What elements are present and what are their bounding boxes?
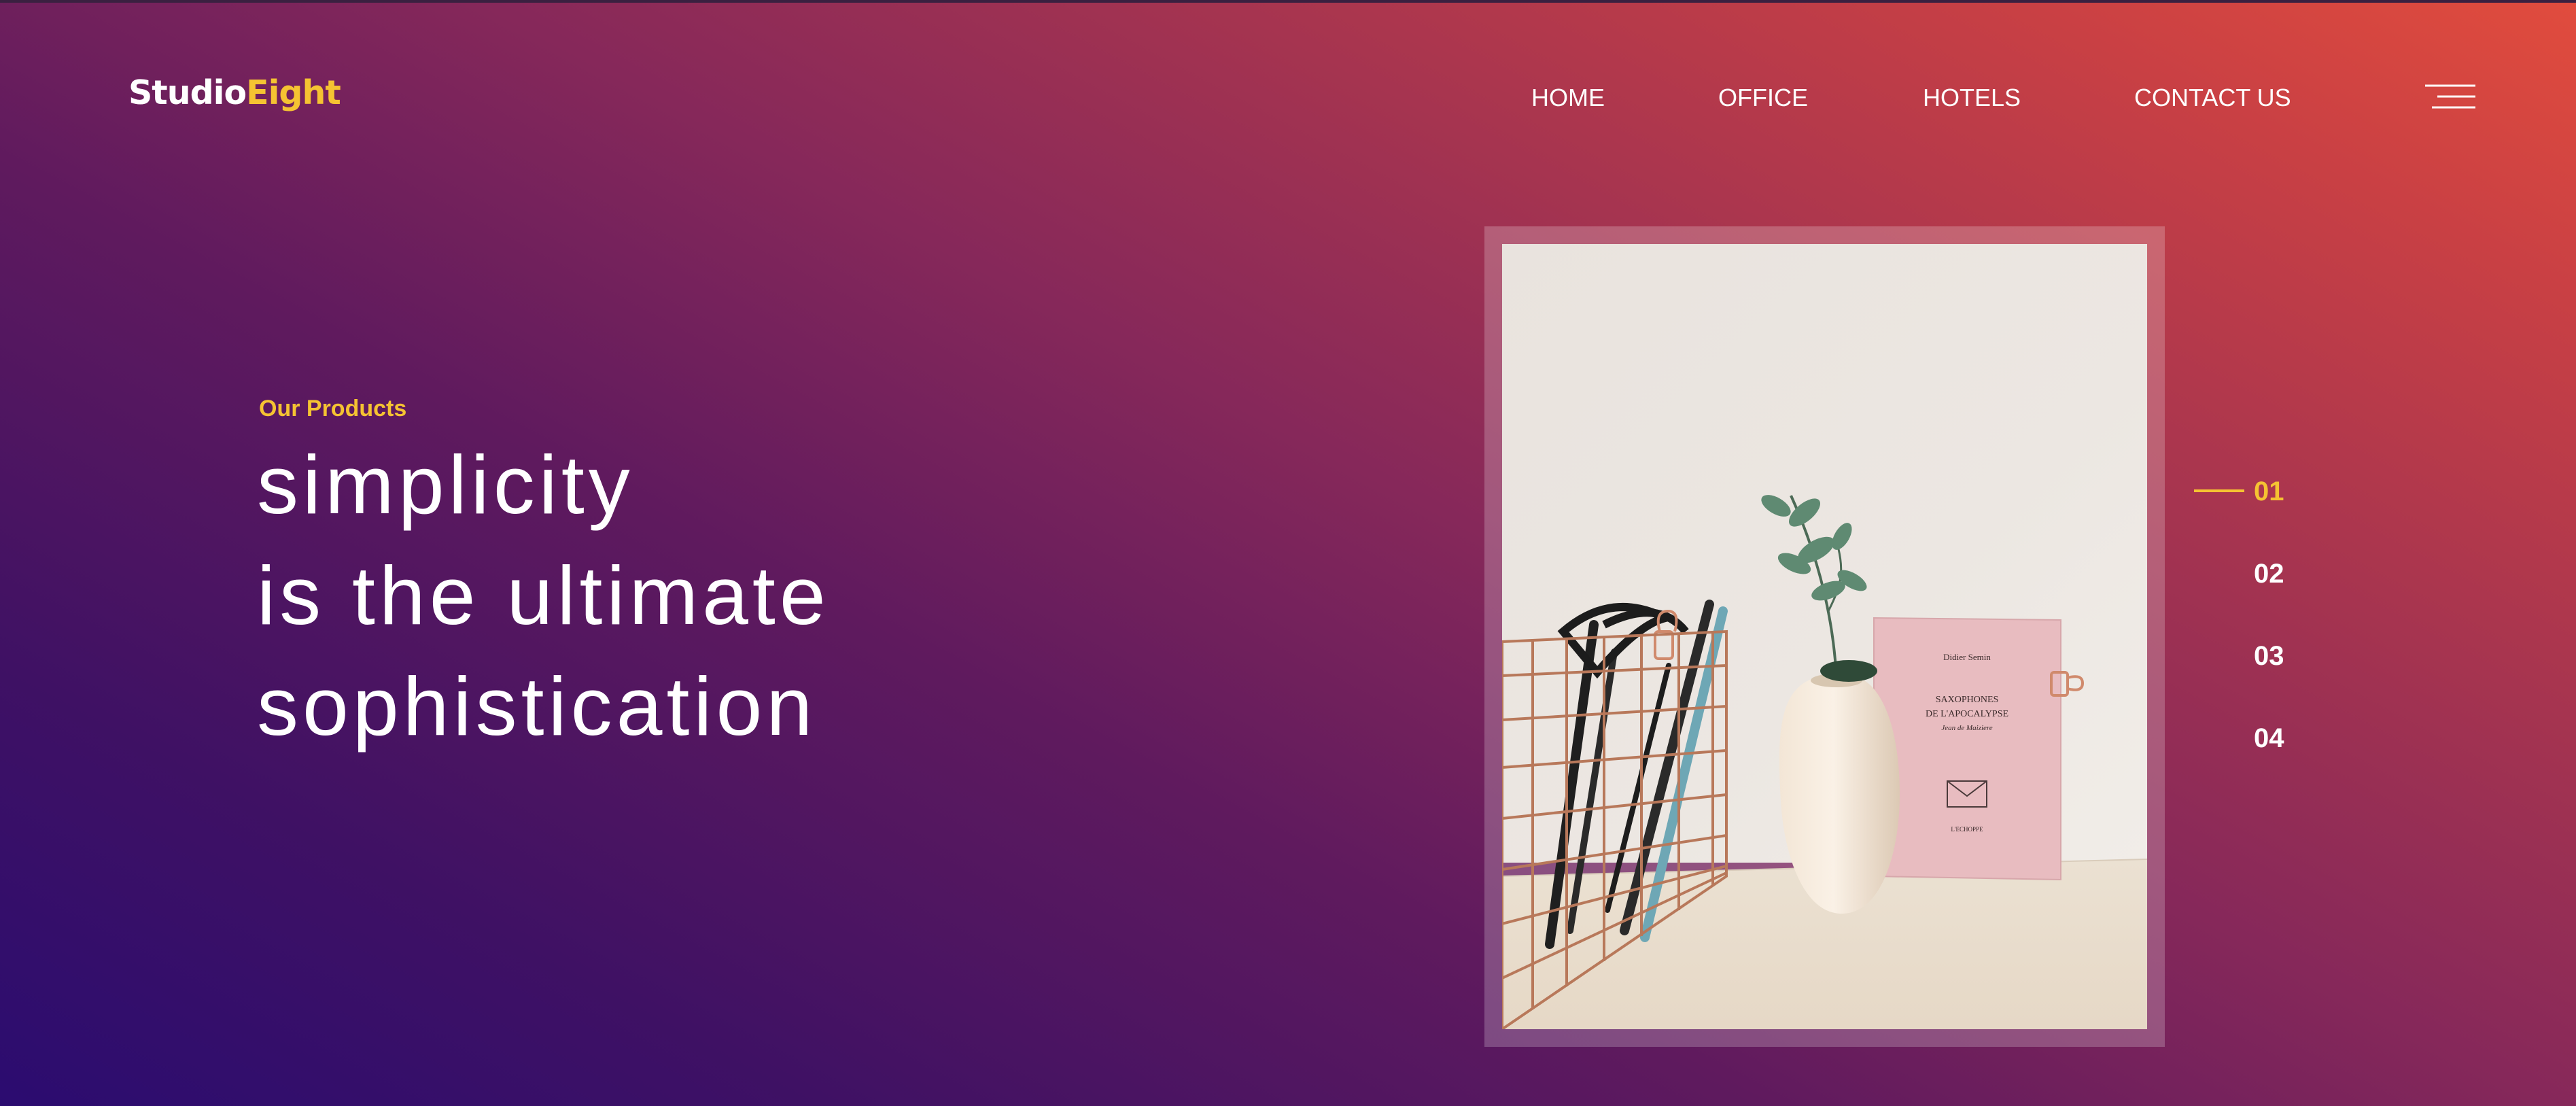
hamburger-menu-icon[interactable] (2424, 80, 2477, 114)
top-border (0, 0, 2576, 3)
nav-item-office[interactable]: OFFICE (1718, 84, 1808, 111)
book-subtitle: Jean de Maiziere (1941, 724, 1992, 732)
nav-item-hotels[interactable]: HOTELS (1923, 84, 2021, 111)
nav-item-contact-us[interactable]: CONTACT US (2134, 84, 2291, 111)
book-title-line1: SAXOPHONES (1936, 695, 1999, 705)
logo[interactable]: StudioEight (128, 76, 341, 109)
pager-item-03[interactable]: 03 (2254, 642, 2284, 670)
book-title-line2: DE L'APOCALYPSE (1926, 709, 2008, 719)
featured-product-photo: Didier Semin SAXOPHONES DE L'APOCALYPSE … (1502, 244, 2147, 1029)
nav-item-home[interactable]: HOME (1531, 84, 1605, 111)
headline-line-2: is the ultimate (257, 549, 830, 642)
pager-item-01[interactable]: 01 (2254, 478, 2284, 505)
section-eyebrow: Our Products (259, 396, 407, 421)
pager-item-02[interactable]: 02 (2254, 560, 2284, 587)
book-author: Didier Semin (1943, 652, 1991, 662)
headline-line-3: sophistication (257, 660, 817, 753)
hero-headline: simplicity is the ultimate sophisticatio… (257, 430, 830, 762)
pager-item-04[interactable]: 04 (2254, 725, 2284, 752)
headline-line-1: simplicity (257, 438, 634, 531)
book-publisher: L'ECHOPPE (1951, 826, 1983, 833)
pager-active-indicator (2194, 489, 2244, 492)
logo-text-eight: Eight (246, 73, 341, 112)
logo-text-studio: Studio (128, 73, 247, 112)
